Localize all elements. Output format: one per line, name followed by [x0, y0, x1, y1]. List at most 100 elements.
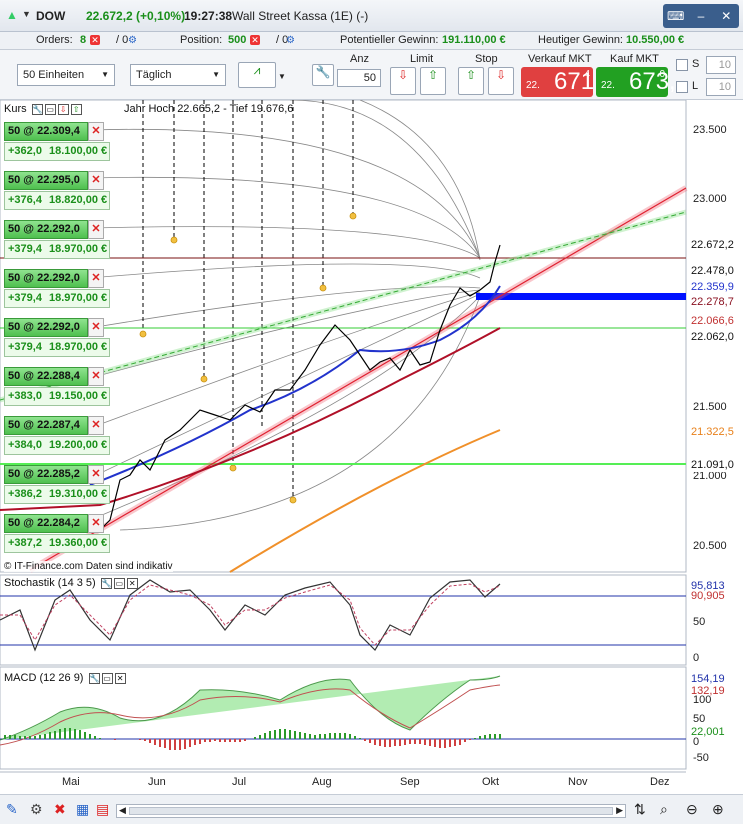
order-item[interactable]: 50 @ 22.288,4 ✕ +383,0 19.150,00 € — [4, 367, 110, 409]
sell-icon[interactable]: ⇩ — [57, 103, 69, 115]
l-value-input[interactable]: 10 — [706, 78, 736, 96]
macd-hist-bar — [369, 739, 371, 743]
units-select-value: 50 Einheiten — [23, 69, 85, 81]
chart-mode-icon[interactable]: ⇅ — [634, 801, 646, 818]
order-item[interactable]: 50 @ 22.292,0 ✕ +379,4 18.970,00 € — [4, 318, 110, 360]
order-label[interactable]: 50 @ 22.295,0 — [4, 171, 88, 190]
limit-buy-button[interactable]: ⇧ — [420, 67, 446, 95]
price-axis-tick: 23.000 — [693, 193, 727, 205]
cancel-order-icon[interactable]: ✕ — [88, 122, 104, 141]
close-position-icon[interactable]: ✕ — [250, 35, 260, 46]
macd-hist-bar — [474, 738, 476, 739]
buy-market-button[interactable]: 22. 673, 0 — [596, 67, 676, 97]
zoom-search-icon[interactable]: ⌕ — [660, 801, 668, 818]
close-icon[interactable]: ✕ — [717, 9, 735, 23]
order-item[interactable]: 50 @ 22.285,2 ✕ +386,2 19.310,00 € — [4, 465, 110, 507]
macd-hist-bar — [289, 730, 291, 739]
order-diff: +386,2 — [8, 488, 42, 500]
order-item[interactable]: 50 @ 22.292,0 ✕ +379,4 18.970,00 € — [4, 269, 110, 311]
order-label[interactable]: 50 @ 22.292,0 — [4, 269, 88, 288]
draw-tool-icon[interactable]: ✎ — [6, 801, 18, 818]
current-price: 22.672,2 (+0,10%) — [86, 9, 186, 23]
l-checkbox[interactable] — [676, 81, 688, 93]
keyboard-icon[interactable]: ⌨ — [667, 9, 685, 23]
cancel-order-icon[interactable]: ✕ — [88, 416, 104, 435]
order-value: 19.310,00 € — [49, 488, 108, 500]
sell-market-button[interactable]: 22. 671, 4 — [521, 67, 601, 97]
order-label[interactable]: 50 @ 22.292,0 — [4, 318, 88, 337]
macd-hist-bar — [64, 728, 66, 739]
chevron-down-icon: ▼ — [212, 70, 220, 79]
order-icon[interactable]: ▤ — [96, 801, 109, 818]
s-checkbox[interactable] — [676, 59, 688, 71]
scrollbar-thumb[interactable] — [129, 807, 613, 815]
order-label[interactable]: 50 @ 22.292,0 — [4, 220, 88, 239]
limit-sell-button[interactable]: ⇩ — [390, 67, 416, 95]
minimize-icon[interactable]: – — [692, 9, 710, 23]
period-select[interactable]: Täglich ▼ — [130, 64, 226, 86]
scroll-left-icon[interactable]: ◀ — [119, 805, 126, 816]
macd-hist-bar — [179, 739, 181, 750]
order-label[interactable]: 50 @ 22.287,4 — [4, 416, 88, 435]
order-item[interactable]: 50 @ 22.287,4 ✕ +384,0 19.200,00 € — [4, 416, 110, 458]
cancel-order-icon[interactable]: ✕ — [88, 514, 104, 533]
macd-hist-bar — [114, 739, 116, 740]
zoom-in-icon[interactable]: ⊕ — [712, 801, 724, 818]
year-range-info: Jahr Hoch 22.665,2 - Tief 19.676,6 — [124, 103, 294, 115]
s-value-input[interactable]: 10 — [706, 56, 736, 74]
quantity-input[interactable]: 50 — [337, 69, 381, 87]
position-settings-icon[interactable]: ⚙ — [286, 35, 295, 46]
wrench-icon[interactable]: 🔧 — [31, 103, 43, 115]
macd-hist-bar — [359, 738, 361, 739]
cancel-order-icon[interactable]: ✕ — [88, 318, 104, 337]
zoom-out-icon[interactable]: ⊖ — [686, 801, 698, 818]
cancel-order-icon[interactable]: ✕ — [88, 465, 104, 484]
maximize-icon[interactable]: ▭ — [113, 577, 125, 589]
delete-icon[interactable]: ✖ — [54, 801, 66, 818]
tools-button[interactable]: 🔧 — [312, 64, 334, 86]
macd-hist-bar — [319, 734, 321, 739]
order-label[interactable]: 50 @ 22.309,4 — [4, 122, 88, 141]
orders-settings-icon[interactable]: ⚙ — [128, 35, 137, 46]
cancel-order-icon[interactable]: ✕ — [88, 171, 104, 190]
cancel-order-icon[interactable]: ✕ — [88, 367, 104, 386]
horizontal-scrollbar[interactable]: ◀ ▶ — [116, 804, 626, 818]
potential-gain-label: Potentieller Gewinn: — [340, 34, 439, 46]
order-label[interactable]: 50 @ 22.284,2 — [4, 514, 88, 533]
macd-hist-bar — [154, 739, 156, 745]
close-icon[interactable]: ✕ — [114, 672, 126, 684]
units-select[interactable]: 50 Einheiten ▼ — [17, 64, 115, 86]
order-item[interactable]: 50 @ 22.284,2 ✕ +387,2 19.360,00 € — [4, 514, 110, 556]
wrench-icon[interactable]: 🔧 — [88, 672, 100, 684]
scroll-right-icon[interactable]: ▶ — [616, 805, 623, 816]
month-label: Mai — [62, 776, 80, 788]
layout-icon[interactable]: ▦ — [76, 801, 89, 818]
indicator-icon[interactable]: ⚙ — [30, 801, 43, 818]
order-label[interactable]: 50 @ 22.285,2 — [4, 465, 88, 484]
maximize-icon[interactable]: ▭ — [44, 103, 56, 115]
macd-hist-bar — [29, 736, 31, 739]
maximize-icon[interactable]: ▭ — [101, 672, 113, 684]
price-chart[interactable] — [0, 100, 743, 794]
order-label[interactable]: 50 @ 22.288,4 — [4, 367, 88, 386]
order-item[interactable]: 50 @ 22.295,0 ✕ +376,4 18.820,00 € — [4, 171, 110, 213]
order-value: 18.970,00 € — [49, 243, 108, 255]
macd-hist-bar — [34, 736, 36, 739]
order-item[interactable]: 50 @ 22.292,0 ✕ +379,4 18.970,00 € — [4, 220, 110, 262]
chart-type-button[interactable]: ⩘ — [238, 62, 276, 88]
symbol-dropdown-icon[interactable]: ▼ — [22, 9, 31, 19]
l-label: L — [692, 80, 699, 92]
order-item[interactable]: 50 @ 22.309,4 ✕ +362,0 18.100,00 € — [4, 122, 110, 164]
stop-sell-button[interactable]: ⇧ — [458, 67, 484, 95]
close-icon[interactable]: ✕ — [126, 577, 138, 589]
cancel-order-icon[interactable]: ✕ — [88, 220, 104, 239]
buy-icon[interactable]: ⇧ — [70, 103, 82, 115]
cancel-orders-icon[interactable]: ✕ — [90, 35, 100, 46]
wrench-icon[interactable]: 🔧 — [100, 577, 112, 589]
cancel-order-icon[interactable]: ✕ — [88, 269, 104, 288]
chart-type-dropdown-icon[interactable]: ▼ — [278, 72, 286, 81]
macd-hist-bar — [309, 734, 311, 739]
symbol-name[interactable]: DOW — [36, 9, 65, 23]
stop-buy-button[interactable]: ⇩ — [488, 67, 514, 95]
orders-count: 8 — [80, 34, 87, 46]
